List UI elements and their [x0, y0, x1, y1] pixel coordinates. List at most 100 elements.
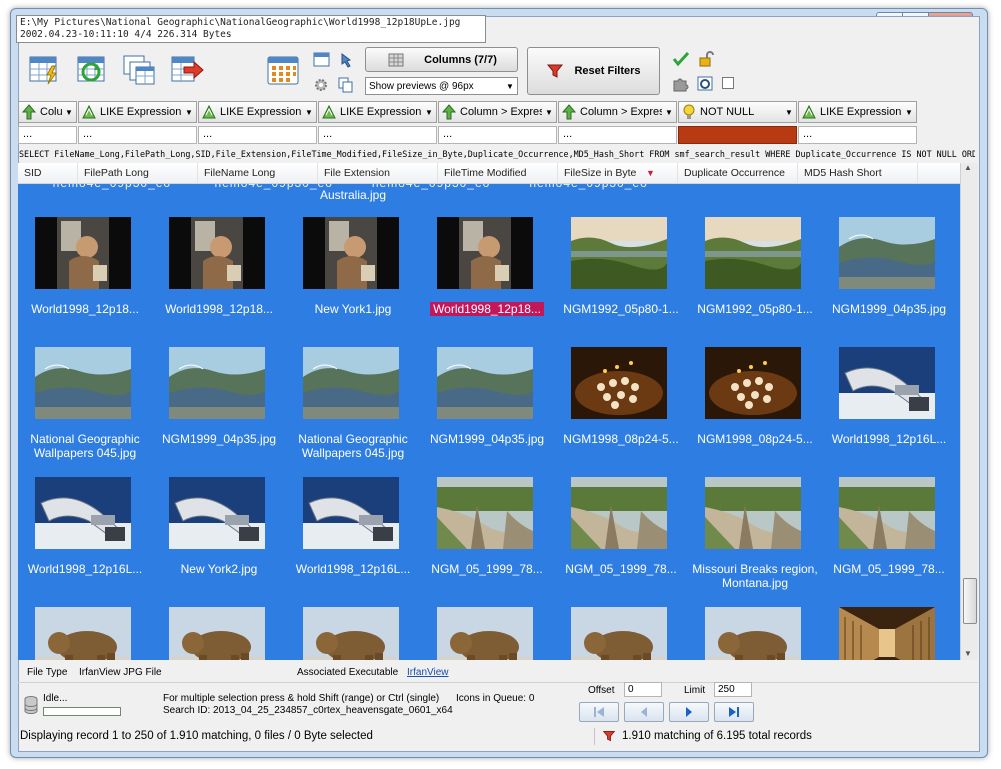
previous-page-button[interactable] — [624, 702, 664, 722]
thumbnail-item[interactable]: NGM1992_05p80-1... — [688, 184, 822, 316]
vertical-scrollbar[interactable]: ▲ ▼ — [960, 163, 978, 660]
thumbnail-item[interactable]: World1998_12p18... — [152, 184, 286, 316]
last-page-button[interactable] — [714, 702, 754, 722]
thumbnail-item[interactable]: NGM1999_04p35.jpg — [420, 314, 554, 446]
thumbnail-image[interactable] — [571, 607, 667, 660]
thumbnail-item[interactable]: NGM1999_04p35.jpg — [152, 314, 286, 446]
thumbnail-item[interactable]: NGM1998_08p24-5... — [554, 314, 688, 446]
thumbnail-item[interactable]: National Geographic Wallpapers 045.jpg — [286, 314, 420, 460]
associated-executable-link[interactable]: IrfanView — [407, 667, 449, 678]
thumbnail-item[interactable]: NGM1998_08p24-5... — [688, 314, 822, 446]
thumbnail-item[interactable] — [152, 574, 286, 660]
thumbnail-image[interactable] — [839, 347, 935, 419]
thumbnail-image[interactable] — [571, 477, 667, 549]
window-icon[interactable] — [313, 52, 331, 68]
thumbnail-item[interactable]: NGM_05_1999_78... — [822, 444, 956, 576]
thumbnail-item[interactable]: World1998_12p16L... — [18, 444, 152, 576]
thumbnail-item[interactable]: NGM_05_1999_78... — [554, 444, 688, 576]
thumbnail-image[interactable] — [437, 607, 533, 660]
thumbnail-image[interactable] — [35, 477, 131, 549]
column-filename-long[interactable]: FileName Long — [198, 163, 318, 183]
filter-value-extension[interactable]: ... — [318, 126, 437, 144]
thumbnail-item[interactable]: NGM1999_04p35.jpg — [822, 184, 956, 316]
column-filetime-modified[interactable]: FileTime Modified — [438, 163, 558, 183]
thumbnail-image[interactable] — [35, 217, 131, 289]
filter-filepath[interactable]: LIKE Expression ▼ — [78, 101, 197, 123]
column-md5-hash-short[interactable]: MD5 Hash Short — [798, 163, 918, 183]
thumbnail-image[interactable] — [705, 217, 801, 289]
copy-table-icon[interactable] — [122, 54, 156, 86]
reset-filters-button[interactable]: Reset Filters — [527, 47, 660, 95]
inspect-icon[interactable] — [697, 76, 715, 92]
thumbnail-image[interactable] — [705, 347, 801, 419]
thumbnail-image[interactable] — [303, 607, 399, 660]
thumbnail-image[interactable] — [437, 347, 533, 419]
column-duplicate-occurrence[interactable]: Duplicate Occurrence — [678, 163, 798, 183]
thumbnail-image[interactable] — [303, 217, 399, 289]
filter-filename[interactable]: LIKE Expression ▼ — [198, 101, 317, 123]
thumbnail-item[interactable] — [822, 574, 956, 660]
filter-value-filesize[interactable]: ... — [558, 126, 677, 144]
thumbnail-image[interactable] — [169, 607, 265, 660]
thumbnail-item[interactable]: New York1.jpg — [286, 184, 420, 316]
offset-input[interactable]: 0 — [624, 682, 662, 697]
export-table-icon[interactable] — [170, 54, 204, 86]
thumbnail-item[interactable]: National Geographic Wallpapers 045.jpg — [18, 314, 152, 460]
table-lightning-icon[interactable] — [28, 54, 62, 86]
thumbnail-item[interactable]: New York2.jpg — [152, 444, 286, 576]
thumbnail-image[interactable] — [303, 347, 399, 419]
gear-icon[interactable] — [313, 77, 331, 93]
column-filepath-long[interactable]: FilePath Long — [78, 163, 198, 183]
thumbnail-item[interactable]: NGM1992_05p80-1... — [554, 184, 688, 316]
thumbnail-image[interactable] — [705, 477, 801, 549]
thumbnail-image[interactable] — [571, 217, 667, 289]
thumbnail-item[interactable]: Missouri Breaks region, Montana.jpg — [688, 444, 822, 590]
first-page-button[interactable] — [579, 702, 619, 722]
filter-value-filepath[interactable]: ... — [78, 126, 197, 144]
filter-value-filename[interactable]: ... — [198, 126, 317, 144]
thumbnail-image[interactable] — [839, 217, 935, 289]
thumbnail-image[interactable] — [35, 607, 131, 660]
thumbnail-item[interactable]: World1998_12p16L... — [822, 314, 956, 446]
scroll-up-icon[interactable]: ▲ — [964, 163, 972, 172]
thumbnail-grid[interactable]: ​ nemo4e_09p30_eo nemo4e_09p30_eo nemo4e… — [18, 184, 960, 660]
columns-button[interactable]: Columns (7/7) — [365, 47, 518, 72]
column-sid[interactable]: SID — [18, 163, 78, 183]
thumbnail-image[interactable] — [437, 217, 533, 289]
filter-md5[interactable]: LIKE Expression ▼ — [798, 101, 917, 123]
thumbnail-item[interactable]: World1998_12p16L... — [286, 444, 420, 576]
limit-input[interactable]: 250 — [714, 682, 752, 697]
filter-value-filetime[interactable]: ... — [438, 126, 557, 144]
thumbnail-image[interactable] — [839, 607, 935, 660]
scrollbar-thumb[interactable] — [963, 578, 977, 624]
thumbnail-item[interactable] — [420, 574, 554, 660]
thumbnail-image[interactable] — [705, 607, 801, 660]
thumbnail-image[interactable] — [169, 347, 265, 419]
thumbnail-item[interactable] — [286, 574, 420, 660]
checkmark-icon[interactable] — [672, 51, 690, 67]
thumbnail-image[interactable] — [437, 477, 533, 549]
column-file-extension[interactable]: File Extension — [318, 163, 438, 183]
refresh-table-icon[interactable] — [74, 54, 108, 86]
thumbnail-item[interactable]: NGM_05_1999_78... — [420, 444, 554, 576]
thumbnail-image[interactable] — [303, 477, 399, 549]
filter-value-md5[interactable]: ... — [798, 126, 917, 144]
next-page-button[interactable] — [669, 702, 709, 722]
thumbnail-image[interactable] — [571, 347, 667, 419]
column-filesize-in-byte[interactable]: FileSize in Byte ▼ — [558, 163, 678, 183]
lock-open-icon[interactable] — [697, 51, 715, 67]
thumbnail-item[interactable] — [688, 574, 822, 660]
duplicate-icon[interactable] — [337, 77, 355, 93]
puzzle-icon[interactable] — [672, 76, 690, 92]
thumbnail-image[interactable] — [169, 477, 265, 549]
option-checkbox[interactable] — [722, 77, 734, 89]
filter-extension[interactable]: LIKE Expression ▼ — [318, 101, 437, 123]
thumbnail-item[interactable] — [18, 574, 152, 660]
filter-sid[interactable]: Colu ▼ — [18, 101, 77, 123]
filter-value-sid[interactable]: ... — [18, 126, 77, 144]
filter-duplicate[interactable]: NOT NULL ▼ — [678, 101, 797, 123]
filter-value-duplicate[interactable] — [678, 126, 797, 144]
thumbnail-item[interactable]: World1998_12p18... — [18, 184, 152, 316]
thumbnail-image[interactable] — [169, 217, 265, 289]
calendar-grid-icon[interactable] — [266, 54, 300, 86]
